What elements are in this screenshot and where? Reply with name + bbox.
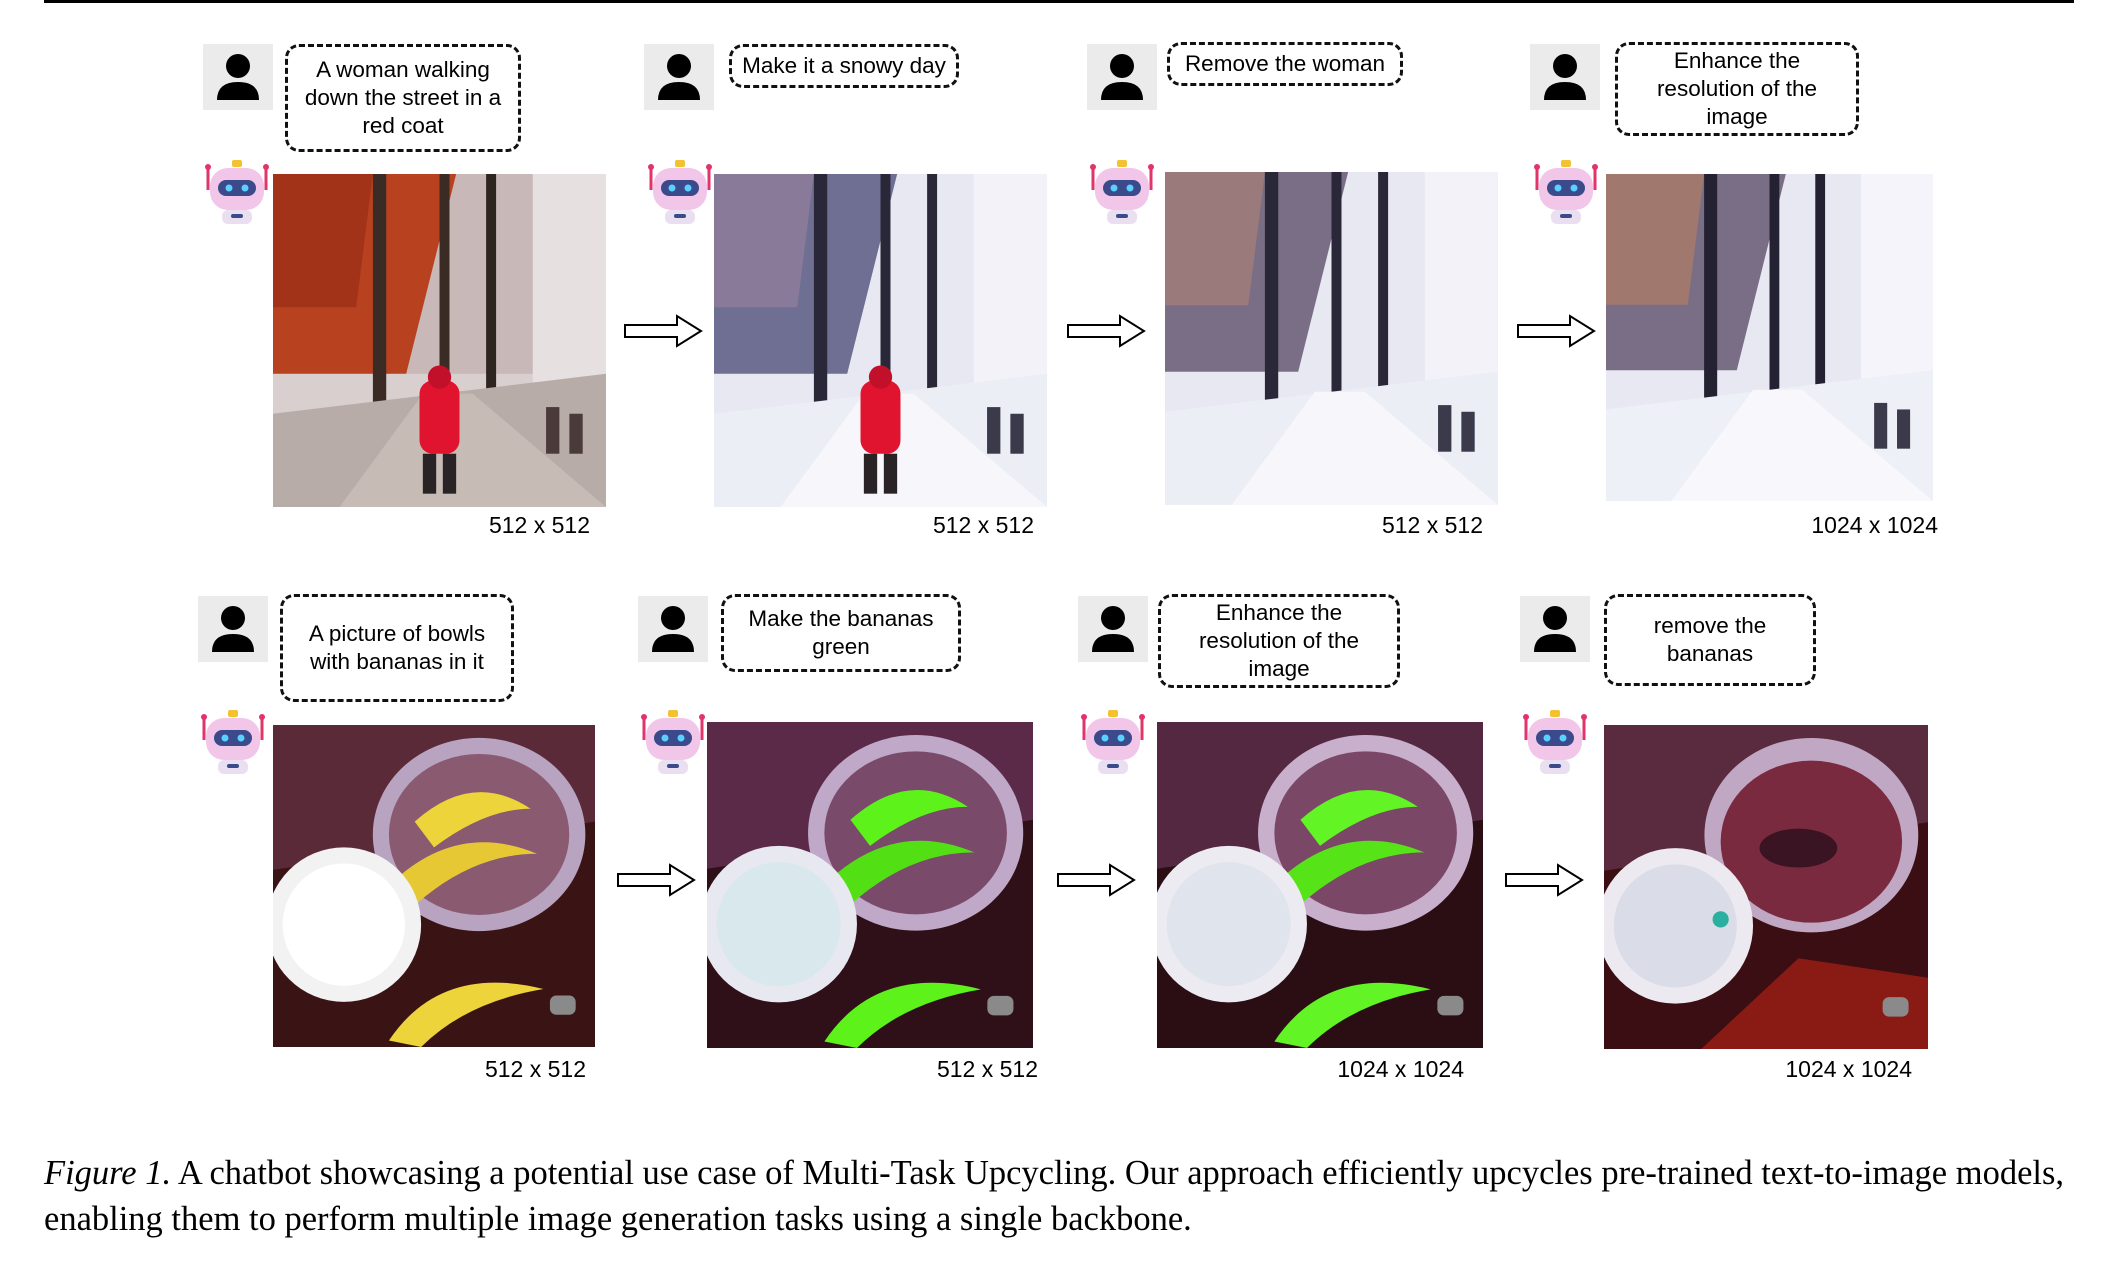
prompt-bubble: remove the bananas (1604, 594, 1816, 686)
street-empty-image (1165, 172, 1498, 505)
right-arrow-icon (1056, 863, 1136, 897)
prompt-bubble: Remove the woman (1167, 42, 1403, 86)
prompt-bubble: Enhance the resolution of the image (1615, 42, 1859, 136)
prompt-bubble: Make it a snowy day (729, 44, 959, 88)
robot-icon (1520, 706, 1590, 778)
green-bananas-upscaled-image (1157, 722, 1483, 1048)
user-icon (1520, 596, 1590, 662)
green-bananas-image (707, 722, 1033, 1048)
street-upscaled-image (1606, 174, 1933, 501)
bowls-bananas-image (273, 725, 595, 1047)
resolution-label: 512 x 512 (936, 1056, 1038, 1082)
user-icon (638, 596, 708, 662)
bananas-removed-image (1604, 725, 1928, 1049)
resolution-label: 512 x 512 (484, 1056, 586, 1082)
user-icon (1087, 44, 1157, 110)
user-icon (1530, 44, 1600, 110)
prompt-bubble: A woman walking down the street in a red… (285, 44, 521, 152)
user-icon (198, 596, 268, 662)
resolution-label: 1024 x 1024 (1337, 1056, 1464, 1082)
resolution-label: 1024 x 1024 (1811, 512, 1938, 538)
prompt-bubble: A picture of bowls with bananas in it (280, 594, 514, 702)
robot-icon (198, 706, 268, 778)
right-arrow-icon (1516, 314, 1596, 348)
robot-icon (1087, 156, 1157, 228)
right-arrow-icon (623, 314, 703, 348)
resolution-label: 512 x 512 (1381, 512, 1483, 538)
user-icon (1078, 596, 1148, 662)
caption-text: A chatbot showcasing a potential use cas… (44, 1154, 2065, 1238)
right-arrow-icon (1504, 863, 1584, 897)
robot-icon (645, 156, 715, 228)
right-arrow-icon (616, 863, 696, 897)
resolution-label: 512 x 512 (488, 512, 590, 538)
prompt-bubble: Enhance the resolution of the image (1158, 594, 1400, 688)
prompt-bubble: Make the bananas green (721, 594, 961, 672)
robot-icon (202, 156, 272, 228)
figure-caption: Figure 1. A chatbot showcasing a potenti… (44, 1150, 2084, 1242)
street-image (273, 174, 606, 507)
robot-icon (1531, 156, 1601, 228)
figure: A woman walking down the street in a red… (0, 0, 2111, 1120)
user-icon (644, 44, 714, 110)
robot-icon (1078, 706, 1148, 778)
resolution-label: 512 x 512 (932, 512, 1034, 538)
street-snowy-image (714, 174, 1047, 507)
user-icon (203, 44, 273, 110)
figure-label: Figure 1. (44, 1154, 172, 1192)
resolution-label: 1024 x 1024 (1785, 1056, 1912, 1082)
right-arrow-icon (1066, 314, 1146, 348)
robot-icon (638, 706, 708, 778)
